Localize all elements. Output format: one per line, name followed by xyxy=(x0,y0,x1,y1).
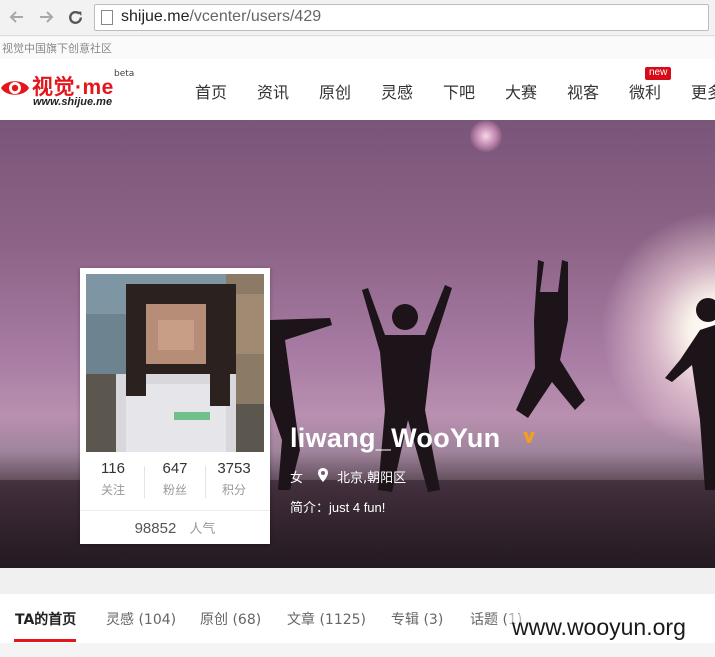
page-icon xyxy=(101,10,113,25)
profile-card: 116 关注 647 粉丝 3753 积分 98852 人气 xyxy=(80,268,270,544)
forward-button[interactable] xyxy=(35,6,57,28)
site-tagline: 视觉中国旗下创意社区 xyxy=(2,42,112,55)
address-bar[interactable]: shijue.me/vcenter/users/429 xyxy=(94,4,709,31)
bio: 简介：just 4 fun! xyxy=(290,497,385,516)
site-header: 视觉·me www.shijue.me beta 首页 资讯 原创 灵感 下吧 … xyxy=(0,59,715,120)
stat-following[interactable]: 116 关注 xyxy=(83,460,143,498)
nav-more[interactable]: 更多 xyxy=(691,79,715,103)
bio-label: 简介： xyxy=(290,501,330,516)
verified-v-icon xyxy=(523,432,535,443)
stat-label: 积分 xyxy=(221,483,246,497)
location-pin-icon xyxy=(318,468,328,482)
nav-news[interactable]: 资讯 xyxy=(257,79,289,103)
stat-points[interactable]: 3753 积分 xyxy=(204,460,264,498)
nav-home[interactable]: 首页 xyxy=(195,79,227,103)
stat-value: 3753 xyxy=(217,460,251,477)
watermark: www.wooyun.org xyxy=(508,614,690,641)
stats-row: 116 关注 647 粉丝 3753 积分 xyxy=(80,460,270,510)
nav-contest[interactable]: 大赛 xyxy=(505,79,537,103)
stat-value: 116 xyxy=(101,460,125,477)
site-logo[interactable]: 视觉·me www.shijue.me beta xyxy=(0,69,140,113)
nav-original[interactable]: 原创 xyxy=(319,79,351,103)
stat-followers[interactable]: 647 粉丝 xyxy=(145,460,205,498)
arrow-right-icon xyxy=(40,11,54,23)
page-tagline-bar: 视觉中国旗下创意社区 xyxy=(0,37,715,59)
gender: 女 xyxy=(290,471,304,486)
stat-label: 粉丝 xyxy=(162,483,187,497)
username: liwang_WooYun xyxy=(290,423,501,453)
new-badge: new xyxy=(645,67,672,80)
avatar-pixelated-photo xyxy=(86,274,264,452)
popularity-label: 人气 xyxy=(189,522,216,537)
tab-articles[interactable]: 文章 (1125) xyxy=(287,609,366,629)
location: 北京,朝阳区 xyxy=(337,471,407,486)
bio-text: just 4 fun! xyxy=(329,500,386,515)
eye-logo-icon xyxy=(1,81,29,95)
browser-toolbar: shijue.me/vcenter/users/429 xyxy=(0,0,715,36)
beta-label: beta xyxy=(114,69,135,79)
logo-subtext: www.shijue.me xyxy=(33,96,113,108)
nav-weili[interactable]: 微利 xyxy=(629,79,661,103)
nav-inspiration[interactable]: 灵感 xyxy=(381,79,413,103)
reload-icon xyxy=(68,10,82,24)
tab-albums[interactable]: 专辑 (3) xyxy=(391,609,443,629)
avatar[interactable] xyxy=(86,274,264,452)
bottom-strip xyxy=(0,643,715,657)
popularity-value: 98852 xyxy=(134,520,177,537)
tab-inspiration[interactable]: 灵感 (104) xyxy=(106,609,176,629)
tab-original[interactable]: 原创 (68) xyxy=(200,609,261,629)
url-text: shijue.me/vcenter/users/429 xyxy=(121,8,322,25)
nav-download[interactable]: 下吧 xyxy=(443,79,475,103)
reload-button[interactable] xyxy=(64,6,86,28)
nav-viewers[interactable]: 视客 xyxy=(567,79,599,103)
arrow-left-icon xyxy=(9,11,23,23)
popularity: 98852 人气 xyxy=(80,510,270,544)
tab-home[interactable]: TA的首页 xyxy=(15,609,76,629)
stat-value: 647 xyxy=(162,460,188,477)
back-button[interactable] xyxy=(6,6,28,28)
active-tab-indicator xyxy=(14,639,76,642)
stat-label: 关注 xyxy=(100,483,125,497)
section-spacer xyxy=(0,568,715,594)
